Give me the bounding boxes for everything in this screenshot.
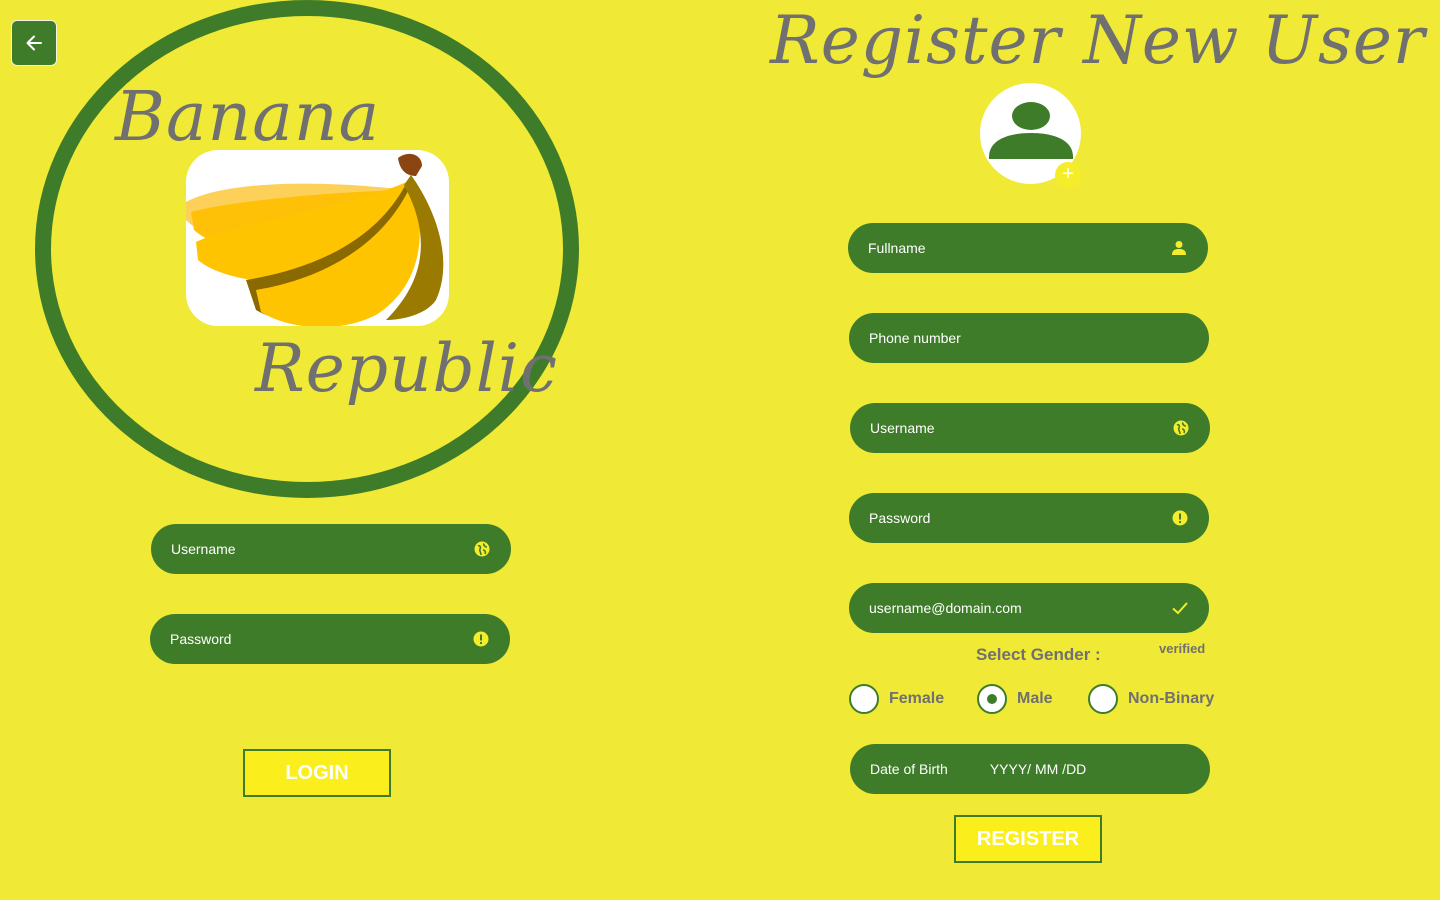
globe-icon xyxy=(473,540,491,558)
fullname-placeholder: Fullname xyxy=(868,240,926,256)
gender-female-label: Female xyxy=(889,690,945,707)
register-password-placeholder: Password xyxy=(869,510,931,526)
register-password-field[interactable]: Password xyxy=(849,493,1209,543)
gender-label: Select Gender : xyxy=(976,645,1101,664)
radio-male[interactable] xyxy=(977,684,1007,714)
email-field[interactable]: username@domain.com xyxy=(849,583,1209,633)
phone-field[interactable]: Phone number xyxy=(849,313,1209,363)
banana-logo-image xyxy=(186,150,449,326)
gender-non-binary-label: Non-Binary xyxy=(1128,690,1215,707)
dob-placeholder: YYYY/ MM /DD xyxy=(989,761,1087,777)
login-button[interactable]: LOGIN xyxy=(243,749,391,797)
login-username-placeholder: Username xyxy=(171,541,236,557)
register-title: Register New User xyxy=(770,2,1426,79)
register-username-field[interactable]: Username xyxy=(850,403,1210,453)
phone-placeholder: Phone number xyxy=(869,330,961,346)
fullname-field[interactable]: Fullname xyxy=(848,223,1208,273)
gender-male-label: Male xyxy=(1017,690,1053,707)
radio-non-binary[interactable] xyxy=(1088,684,1118,714)
email-value: username@domain.com xyxy=(869,600,1022,616)
dob-field[interactable]: Date of Birth YYYY/ MM /DD xyxy=(850,744,1210,794)
register-button[interactable]: REGISTER xyxy=(954,815,1102,863)
globe-icon xyxy=(1172,419,1190,437)
person-icon xyxy=(1170,239,1188,257)
brand-name-line1: Banana xyxy=(115,78,381,157)
alert-circle-icon xyxy=(1171,509,1189,527)
login-password-field[interactable]: Password xyxy=(150,614,510,664)
email-verified-status: verified xyxy=(1159,641,1206,656)
login-username-field[interactable]: Username xyxy=(151,524,511,574)
gender-option-male[interactable]: Male xyxy=(977,684,1053,714)
brand-name-line2: Republic xyxy=(255,330,558,407)
plus-icon: + xyxy=(1062,163,1074,185)
check-icon xyxy=(1171,599,1189,617)
register-username-placeholder: Username xyxy=(870,420,935,436)
back-button[interactable] xyxy=(11,20,57,66)
gender-option-non-binary[interactable]: Non-Binary xyxy=(1088,684,1214,714)
radio-female[interactable] xyxy=(849,684,879,714)
add-photo-button[interactable]: + xyxy=(1055,162,1081,188)
login-password-placeholder: Password xyxy=(170,631,232,647)
gender-option-female[interactable]: Female xyxy=(849,684,944,714)
dob-label: Date of Birth xyxy=(870,761,948,777)
alert-circle-icon xyxy=(472,630,490,648)
arrow-left-icon xyxy=(26,35,42,51)
